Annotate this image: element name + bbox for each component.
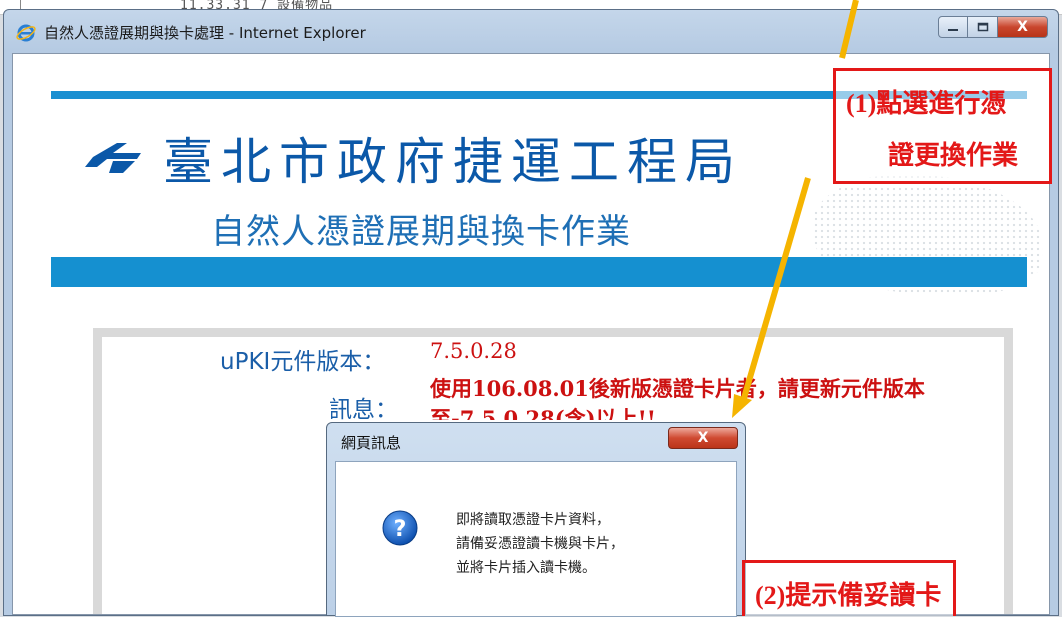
dialog-line: 並將卡片插入讀卡機。 [456, 560, 596, 576]
question-icon: ? [382, 510, 418, 546]
window-title: 自然人憑證展期與換卡處理 - Internet Explorer [44, 24, 366, 42]
message-label: 訊息： [329, 397, 398, 423]
maximize-icon [977, 22, 988, 32]
web-message-dialog: 網頁訊息 X ? 即將讀取憑證卡片資料， 請備妥憑證讀卡機與卡片， 並將卡片插入… [326, 422, 746, 617]
dialog-body: ? 即將讀取憑證卡片資料， 請備妥憑證讀卡機與卡片， 並將卡片插入讀卡機。 [335, 461, 737, 617]
close-button[interactable]: X [998, 16, 1048, 38]
maximize-button[interactable] [968, 16, 998, 38]
dialog-close-button[interactable]: X [668, 427, 738, 449]
version-value: 7.5.0.28 [430, 339, 517, 363]
dialog-title: 網頁訊息 [341, 434, 402, 452]
svg-text:?: ? [394, 517, 407, 542]
annotation-step2: (2)提示備妥讀卡 [742, 560, 956, 616]
message-value: 使用106.08.01後新版憑證卡片者，請更新元件版本至-7.5.0.28(含)… [430, 376, 925, 420]
minimize-icon [948, 29, 958, 31]
annotation-step1-line2: 證更換作業 [888, 141, 1019, 170]
version-label: uPKI元件版本： [220, 349, 386, 375]
metro-logo-icon [85, 143, 141, 173]
window-controls: X [938, 16, 1048, 40]
page-subtitle: 自然人憑證展期與換卡作業 [211, 212, 631, 252]
title-bar[interactable]: 自然人憑證展期與換卡處理 - Internet Explorer X [4, 10, 1058, 54]
annotation-step1-line1: (1)點選進行憑 [846, 89, 1007, 118]
dialog-message: 即將讀取憑證卡片資料， 請備妥憑證讀卡機與卡片， 並將卡片插入讀卡機。 [456, 508, 624, 580]
dialog-line: 即將讀取憑證卡片資料， [456, 512, 610, 528]
minimize-button[interactable] [938, 16, 968, 38]
header-blue-band [51, 257, 1027, 287]
dialog-line: 請備妥憑證讀卡機與卡片， [456, 536, 624, 552]
organization-name: 臺北市政府捷運工程局 [163, 133, 743, 191]
internet-explorer-icon [16, 24, 36, 42]
annotation-step2-text: (2)提示備妥讀卡 [755, 581, 942, 610]
annotation-step1: (1)點選進行憑 證更換作業 [833, 68, 1052, 184]
